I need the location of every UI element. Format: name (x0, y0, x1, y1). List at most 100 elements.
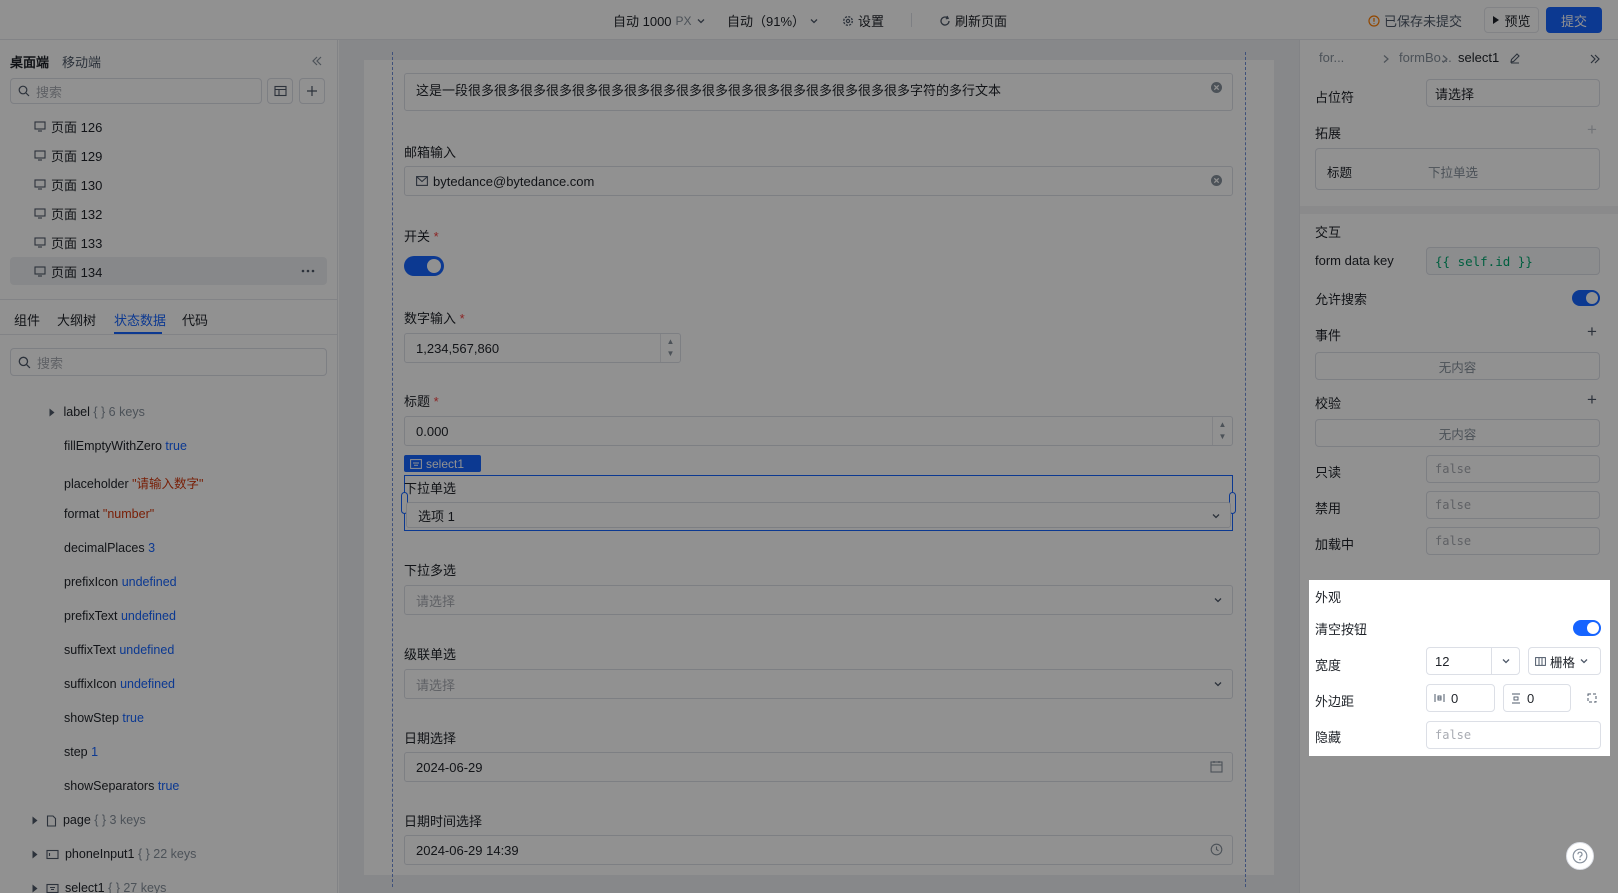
more-icon[interactable] (301, 269, 315, 273)
container-guide-right (1245, 52, 1246, 887)
preview-button[interactable]: 预览 (1484, 7, 1539, 33)
tab-state-data[interactable]: 状态数据 (114, 310, 166, 329)
add-event-icon[interactable]: + (1587, 323, 1597, 340)
monitor-icon (34, 178, 46, 190)
help-button[interactable] (1566, 842, 1594, 870)
monitor-icon (34, 236, 46, 248)
margin-horizontal-input[interactable]: 0 (1426, 684, 1495, 712)
page-item-active[interactable]: 页面 134 (10, 257, 327, 285)
extend-title-value[interactable]: 下拉单选 (1428, 162, 1478, 181)
number-input[interactable]: 1,234,567,860 ▲ ▼ (404, 333, 681, 363)
selected-component-tag[interactable]: select1 (404, 455, 481, 472)
state-node-select[interactable]: select1 { } 27 keys (31, 881, 166, 893)
state-search-placeholder: 搜索 (37, 355, 64, 371)
number-stepper[interactable]: ▲ ▼ (660, 334, 680, 362)
add-extend-icon[interactable]: + (1587, 121, 1597, 138)
tab-desktop[interactable]: 桌面端 (10, 52, 49, 71)
step-up-icon[interactable]: ▲ (667, 336, 675, 348)
step-up-icon[interactable]: ▲ (1219, 419, 1227, 431)
tab-outline-tree[interactable]: 大纲树 (57, 310, 96, 329)
readonly-input[interactable]: false (1426, 455, 1600, 483)
form-data-key-input[interactable]: {{ self.id }} (1426, 247, 1600, 275)
add-validation-icon[interactable]: + (1587, 391, 1597, 408)
page-icon (47, 815, 57, 827)
clear-button-label: 清空按钮 (1315, 622, 1368, 637)
width-dropdown-toggle[interactable] (1491, 648, 1519, 674)
datetime-picker[interactable]: 2024-06-29 14:39 (404, 835, 1233, 865)
cascader-label: 级联单选 (404, 647, 457, 662)
state-prop-row: format "number" (64, 507, 154, 521)
clear-button-toggle[interactable] (1573, 620, 1601, 636)
tab-components[interactable]: 组件 (14, 310, 40, 329)
allow-search-toggle[interactable] (1572, 290, 1600, 306)
cascader-select[interactable]: 请选择 (404, 669, 1233, 699)
loading-label: 加载中 (1315, 537, 1355, 552)
switch-toggle[interactable] (404, 256, 444, 276)
state-node-phone-input[interactable]: phoneInput1 { } 22 keys (31, 847, 196, 861)
page-template-button[interactable] (267, 78, 293, 104)
email-field-label: 邮箱输入 (404, 145, 457, 160)
monitor-icon (34, 149, 46, 161)
vertical-spacing-icon (1512, 693, 1520, 703)
multi-select[interactable]: 请选择 (404, 585, 1233, 615)
settings-button[interactable]: 设置 (842, 11, 884, 30)
page-item[interactable]: 页面 130 (10, 170, 327, 198)
state-key: select1 (64, 881, 105, 893)
page-item[interactable]: 页面 132 (10, 199, 327, 227)
step-down-icon[interactable]: ▼ (1219, 431, 1227, 443)
refresh-page-button[interactable]: 刷新页面 (939, 11, 1007, 30)
validation-section-title: 校验 (1315, 396, 1342, 411)
collapse-right-icon[interactable] (1589, 53, 1601, 65)
clear-icon[interactable] (1210, 81, 1223, 94)
extend-section-title: 拓展 (1315, 126, 1342, 141)
step-down-icon[interactable]: ▼ (667, 348, 675, 360)
date-picker[interactable]: 2024-06-29 (404, 752, 1233, 782)
clear-icon[interactable] (1210, 174, 1223, 187)
zoom-dropdown[interactable]: 自动（91%） (727, 11, 819, 30)
title-stepper[interactable]: ▲ ▼ (1212, 417, 1232, 445)
multiline-text-input[interactable]: 这是一段很多很多很多很多很多很多很多很多很多很多很多很多很多很多很多很多很多字符… (404, 73, 1233, 111)
submit-button[interactable]: 提交 (1546, 7, 1602, 33)
width-select[interactable]: 12 (1426, 647, 1520, 675)
tab-code[interactable]: 代码 (182, 310, 208, 329)
disabled-input[interactable]: false (1426, 491, 1600, 519)
cascader-placeholder: 请选择 (416, 677, 456, 693)
play-icon (1493, 16, 1500, 24)
edit-icon[interactable] (1509, 52, 1521, 64)
placeholder-prop-input[interactable]: 请选择 (1426, 79, 1600, 107)
chevron-down-icon (1214, 682, 1222, 687)
chevron-down-icon (810, 18, 818, 23)
state-search-input[interactable]: 搜索 (10, 348, 327, 376)
loading-input[interactable]: false (1426, 527, 1600, 555)
add-page-button[interactable] (299, 78, 325, 104)
breadcrumb-item[interactable]: for... (1319, 50, 1344, 65)
margin-vertical-input[interactable]: 0 (1503, 684, 1571, 712)
state-prop-row: prefixText undefined (64, 609, 176, 623)
page-item[interactable]: 页面 126 (10, 112, 327, 140)
refresh-label: 刷新页面 (955, 14, 1008, 29)
margin-expand-icon[interactable] (1586, 692, 1598, 704)
width-label: 宽度 (1315, 658, 1342, 673)
hidden-input[interactable]: false (1426, 721, 1601, 749)
page-item[interactable]: 页面 133 (10, 228, 327, 256)
page-item[interactable]: 页面 129 (10, 141, 327, 169)
collapse-left-icon[interactable] (311, 55, 323, 67)
state-prop-row: prefixIcon undefined (64, 575, 177, 589)
state-node-label[interactable]: label { } 6 keys (48, 405, 145, 419)
state-meta: { } 27 keys (108, 881, 167, 893)
page-item-label: 页面 134 (51, 264, 103, 280)
width-mode-select[interactable]: 栅格 (1528, 647, 1601, 675)
email-field[interactable]: bytedance@bytedance.com (404, 166, 1233, 196)
state-node-page[interactable]: page { } 3 keys (31, 813, 146, 827)
canvas-width-dropdown[interactable]: 自动 1000 PX (613, 11, 706, 30)
title-number-input[interactable]: 0.000 ▲ ▼ (404, 416, 1233, 446)
chevron-down-icon (1580, 659, 1588, 664)
page-search-input[interactable]: 搜索 (10, 78, 262, 104)
state-key: prefixIcon (64, 575, 119, 589)
title-label-text: 标题 (404, 394, 431, 409)
date-value: 2024-06-29 (416, 759, 483, 775)
single-select[interactable]: 选项 1 (406, 502, 1231, 528)
state-key: suffixText (64, 643, 116, 657)
extend-title-label: 标题 (1327, 166, 1353, 180)
tab-mobile[interactable]: 移动端 (62, 52, 101, 71)
